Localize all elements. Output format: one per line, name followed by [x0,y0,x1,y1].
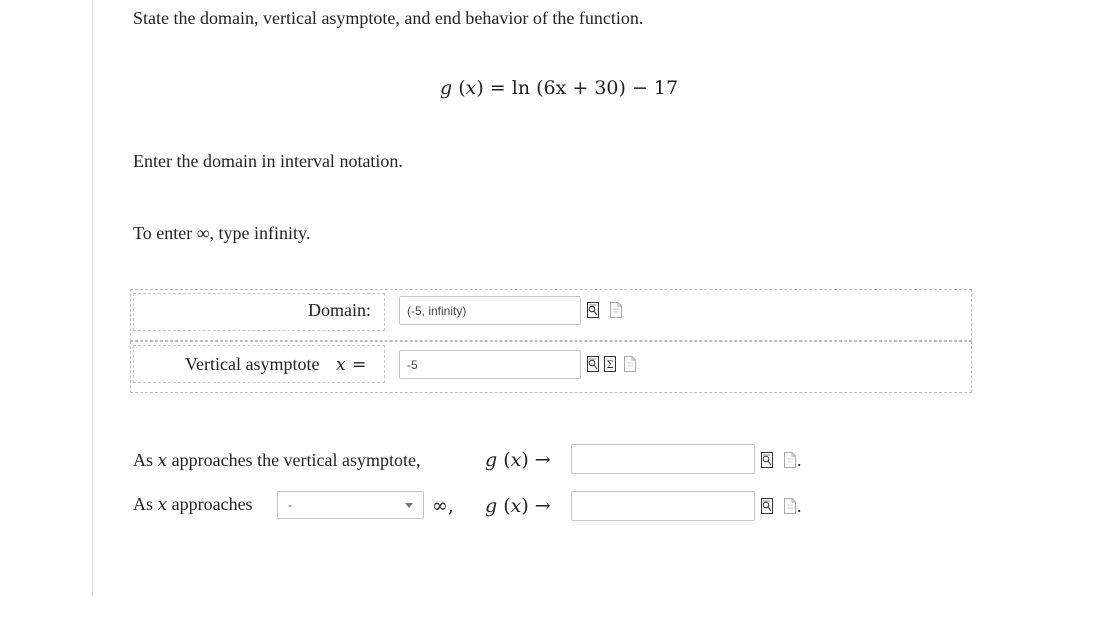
end-behavior-asymptote-input[interactable] [571,444,755,474]
row2-infinity: ∞, [432,495,454,517]
preview-icon[interactable] [587,356,599,372]
help-document-icon[interactable] [624,356,636,372]
row1-period: . [797,450,802,470]
function-expression: g (x) = ln (6x + 30) − 17 [440,77,679,99]
preview-icon[interactable] [761,498,773,514]
domain-input-value: (-5, infinity) [407,303,467,318]
function-variable: x [465,77,477,99]
row2-function: g (x) → [485,495,551,517]
left-divider [92,0,93,596]
preview-icon[interactable] [587,302,599,318]
infinity-hint: To enter ∞, type infinity. [133,223,311,243]
domain-instruction: Enter the domain in interval notation. [133,151,403,171]
domain-label: Domain: [308,300,371,320]
end-behavior-row2-label: As x approaches [133,494,253,515]
end-behavior-row1-label: As x approaches the vertical asymptote, [133,450,421,471]
function-name: g [440,77,453,99]
help-document-icon[interactable] [784,498,796,514]
infinity-direction-select[interactable]: - [277,491,424,519]
help-document-icon[interactable] [610,302,622,318]
select-value: - [288,498,292,512]
asymptote-input-value: -5 [407,357,418,372]
row2-period: . [797,496,802,516]
asymptote-input[interactable]: -5 [399,350,581,379]
row1-variable: x [157,451,168,471]
asymptote-variable: x [335,355,346,375]
asymptote-equals: = [352,355,367,375]
row1-function: g (x) → [485,449,551,471]
asymptote-label: Vertical asymptote x = [185,354,367,375]
end-behavior-infinity-input[interactable] [571,491,755,521]
help-document-icon[interactable] [784,452,796,468]
svg-text:Σ: Σ [607,360,614,371]
row2-variable: x [157,495,168,515]
function-rhs: = ln (6x + 30) − 17 [489,77,679,99]
domain-input[interactable]: (-5, infinity) [399,296,581,325]
equation-editor-icon[interactable]: Σ [604,356,616,372]
preview-icon[interactable] [761,452,773,468]
chevron-down-icon [405,503,413,508]
question-prompt: State the domain, vertical asymptote, an… [133,8,644,28]
